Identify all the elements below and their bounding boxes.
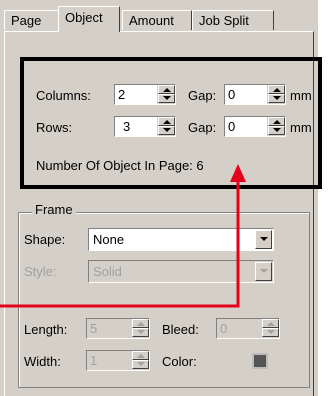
arrow-down-icon (267, 330, 275, 334)
length-value: 5 (90, 321, 98, 336)
length-label: Length: (24, 322, 68, 337)
row-gap-value: 0 (228, 119, 236, 134)
row-gap-label: Gap: (188, 120, 217, 135)
arrow-down-icon (273, 128, 281, 132)
arrow-down-icon (273, 96, 281, 100)
style-select[interactable]: Solid (88, 260, 274, 283)
width-down-button[interactable] (132, 360, 149, 369)
column-gap-up-button[interactable] (268, 85, 285, 94)
color-swatch-button[interactable] (252, 353, 268, 369)
chevron-down-icon (260, 269, 268, 273)
length-up-button[interactable] (132, 319, 149, 328)
width-stepper[interactable]: 1 (86, 350, 150, 371)
tab-job-split-label: Job Split (199, 13, 249, 28)
shape-value: None (93, 232, 125, 247)
width-value: 1 (90, 353, 98, 368)
rows-stepper[interactable]: 3 (114, 116, 176, 137)
columns-down-button[interactable] (158, 94, 175, 103)
tab-amount[interactable]: Amount (122, 10, 192, 30)
bleed-down-button[interactable] (262, 328, 279, 337)
shape-select[interactable]: None (88, 228, 274, 251)
bleed-value: 0 (220, 321, 228, 336)
tab-object[interactable]: Object (58, 6, 120, 32)
color-label: Color: (162, 354, 197, 369)
bleed-stepper[interactable]: 0 (216, 318, 280, 339)
rows-down-button[interactable] (158, 126, 175, 135)
arrow-down-icon (137, 362, 145, 366)
tab-job-split[interactable]: Job Split (192, 10, 274, 30)
arrow-up-icon (137, 322, 145, 326)
tab-object-label: Object (65, 10, 103, 25)
arrow-up-icon (267, 322, 275, 326)
column-gap-label: Gap: (188, 88, 217, 103)
chevron-down-icon (260, 237, 268, 241)
rows-value: 3 (123, 119, 131, 134)
row-gap-stepper[interactable]: 0 (224, 116, 286, 137)
tab-page-label: Page (11, 13, 42, 28)
width-label: Width: (24, 354, 61, 369)
frame-group-title: Frame (32, 202, 76, 217)
rows-up-button[interactable] (158, 117, 175, 126)
tab-page[interactable]: Page (4, 10, 60, 30)
rows-label: Rows: (36, 120, 73, 135)
row-gap-down-button[interactable] (268, 126, 285, 135)
columns-stepper[interactable]: 2 (114, 84, 176, 105)
columns-label: Columns: (36, 88, 91, 103)
tab-amount-label: Amount (129, 13, 174, 28)
column-gap-unit: mm (290, 88, 312, 103)
arrow-up-icon (137, 354, 145, 358)
arrow-down-icon (163, 128, 171, 132)
object-count-text: Number Of Object In Page: 6 (36, 158, 204, 173)
bleed-label: Bleed: (162, 322, 199, 337)
style-label: Style: (24, 264, 57, 279)
arrow-up-icon (273, 120, 281, 124)
column-gap-down-button[interactable] (268, 94, 285, 103)
column-gap-stepper[interactable]: 0 (224, 84, 286, 105)
row-gap-unit: mm (290, 120, 312, 135)
width-up-button[interactable] (132, 351, 149, 360)
columns-value: 2 (118, 87, 126, 102)
arrow-down-icon (137, 330, 145, 334)
row-gap-up-button[interactable] (268, 117, 285, 126)
columns-up-button[interactable] (158, 85, 175, 94)
arrow-up-icon (273, 88, 281, 92)
style-value: Solid (93, 264, 122, 279)
shape-label: Shape: (24, 232, 66, 247)
bleed-up-button[interactable] (262, 319, 279, 328)
length-stepper[interactable]: 5 (86, 318, 150, 339)
column-gap-value: 0 (228, 87, 236, 102)
length-down-button[interactable] (132, 328, 149, 337)
properties-panel: Page Object Amount Job Split Columns: 2 … (0, 0, 322, 396)
shape-dropdown-button[interactable] (255, 230, 272, 249)
arrow-down-icon (163, 96, 171, 100)
arrow-up-icon (163, 120, 171, 124)
arrow-up-icon (163, 88, 171, 92)
style-dropdown-button[interactable] (255, 262, 272, 281)
